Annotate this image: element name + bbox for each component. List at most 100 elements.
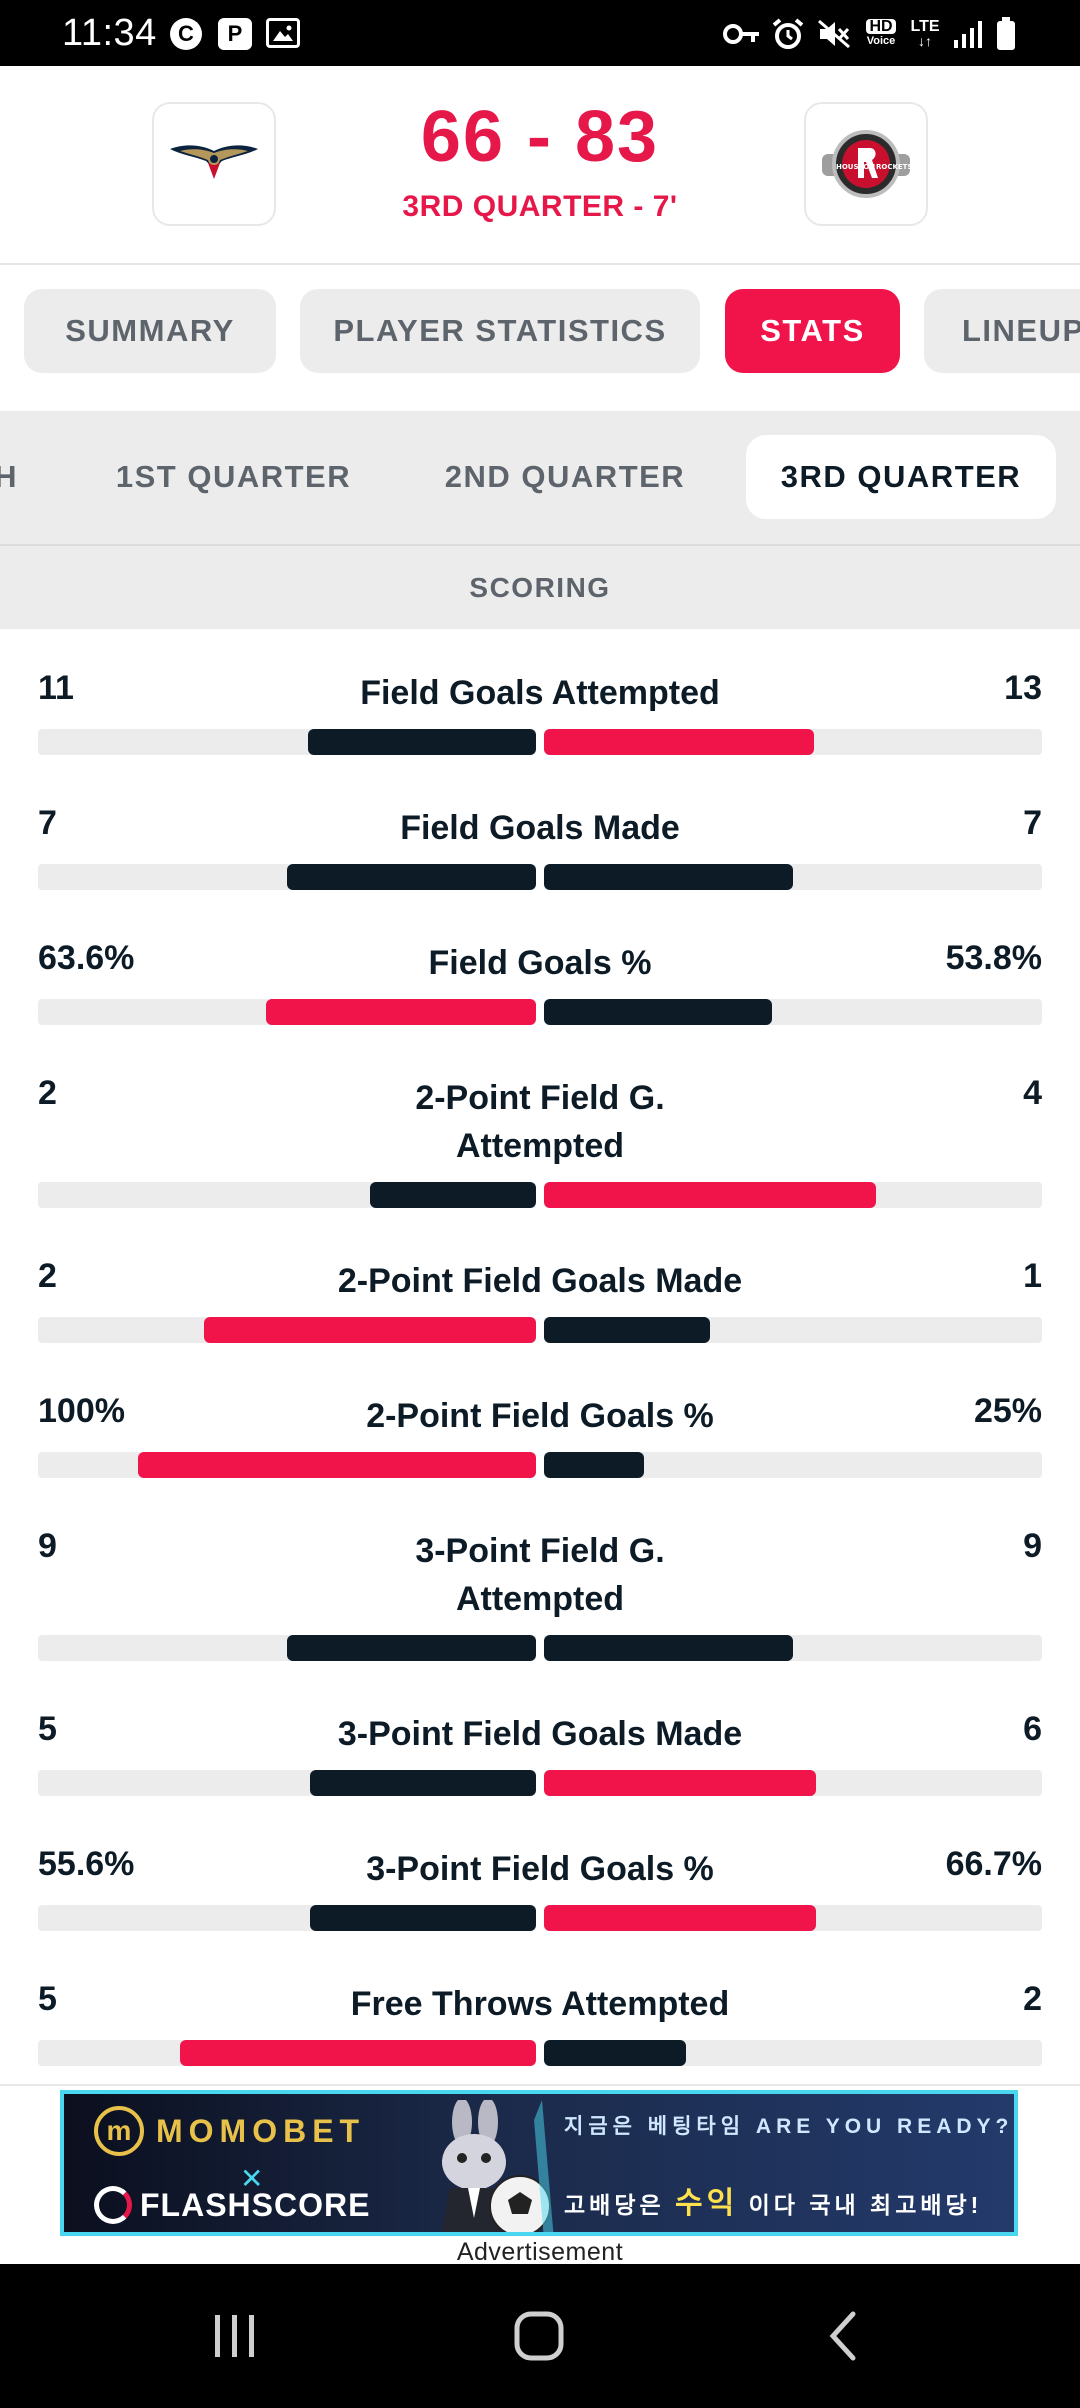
stat-home-value: 7 xyxy=(38,804,57,842)
ad-line2: 고배당은 수익 이다 국내 최고배당! xyxy=(564,2178,982,2222)
stat-away-value: 9 xyxy=(1023,1527,1042,1565)
stat-away-value: 66.7% xyxy=(945,1845,1042,1883)
key-icon xyxy=(722,18,762,50)
home-bar-fill xyxy=(370,1182,536,1208)
voice-label: Voice xyxy=(866,35,896,47)
tab-lineups[interactable]: LINEUPS xyxy=(924,289,1080,373)
stat-home-value: 5 xyxy=(38,1980,57,2018)
home-bar-fill xyxy=(307,729,536,755)
away-bar-track xyxy=(544,729,1042,755)
parking-icon: P xyxy=(218,18,252,50)
stat-label: 2-Point Field Goals % xyxy=(366,1397,714,1435)
recents-button[interactable] xyxy=(190,2304,280,2368)
home-bar-track xyxy=(38,1317,536,1343)
home-bar-fill xyxy=(180,2040,536,2066)
home-bar-track xyxy=(38,1635,536,1661)
lte-label: LTE xyxy=(910,18,940,35)
away-bar-track xyxy=(544,1317,1042,1343)
away-bar-track xyxy=(544,1182,1042,1208)
stat-label: Free Throws Attempted xyxy=(350,1985,730,2023)
tab-summary[interactable]: SUMMARY xyxy=(24,289,276,373)
ad-label: Advertisement xyxy=(456,2238,624,2266)
c-circle-icon: C xyxy=(170,18,202,50)
away-team-logo-button[interactable]: HOUSTON ROCKETS xyxy=(804,102,928,226)
home-bar-fill xyxy=(309,1905,536,1931)
away-bar-fill xyxy=(544,1452,644,1478)
home-bar-track xyxy=(38,1452,536,1478)
score: 66 - 83 xyxy=(420,97,660,177)
stat-away-value: 25% xyxy=(973,1392,1042,1430)
ad-line2-highlight: 수익 xyxy=(675,2187,739,2220)
stat-row: 5 3-Point Field Goals Made 6 xyxy=(0,1710,1080,1818)
stat-home-value: 11 xyxy=(38,669,74,707)
ad-brand-flashscore: FLASHSCORE xyxy=(94,2186,370,2224)
system-nav-bar xyxy=(0,2264,1080,2408)
rockets-logo-icon: HOUSTON ROCKETS xyxy=(822,130,913,198)
stat-away-value: 13 xyxy=(1004,669,1042,707)
momobet-logo-icon: m xyxy=(94,2106,144,2156)
away-bar-fill xyxy=(544,1635,793,1661)
stat-away-value: 1 xyxy=(1023,1257,1042,1295)
home-bar-fill xyxy=(287,864,536,890)
home-bar-track xyxy=(38,729,536,755)
pelicans-logo-icon xyxy=(170,145,258,179)
home-button[interactable] xyxy=(494,2304,584,2368)
tab-stats[interactable]: STATS xyxy=(725,289,900,373)
away-bar-track xyxy=(544,1635,1042,1661)
stat-away-value: 4 xyxy=(1023,1074,1042,1112)
ad-line1: 지금은 베팅타임 ARE YOU READY? xyxy=(564,2115,1014,2138)
away-bar-fill xyxy=(544,1182,876,1208)
home-bar-track xyxy=(38,1770,536,1796)
status-bar: 11:34 C P HD Voice LTE ↓↑ xyxy=(0,0,1080,66)
stat-label: Field Goals Made xyxy=(400,809,680,847)
stat-row: 7 Field Goals Made 7 xyxy=(0,804,1080,912)
away-bar-fill xyxy=(544,729,814,755)
away-bar-track xyxy=(544,864,1042,890)
stat-home-value: 5 xyxy=(38,1710,57,1748)
section-title: SCORING xyxy=(0,544,1080,629)
stat-label: 2-Point Field G. Attempted xyxy=(415,1079,665,1165)
home-bar-track xyxy=(38,2040,536,2066)
quarter-tabs: MATCH 1ST QUARTER 2ND QUARTER 3RD QUARTE… xyxy=(0,411,1080,544)
tab-2nd-quarter[interactable]: 2ND QUARTER xyxy=(430,435,700,519)
away-bar-fill xyxy=(544,999,773,1025)
stat-label: Field Goals % xyxy=(428,944,652,982)
ad-line2-suffix: 이다 국내 최고배당! xyxy=(748,2192,983,2218)
image-icon xyxy=(266,18,300,48)
stat-row: 5 Free Throws Attempted 2 xyxy=(0,1980,1080,2084)
main-tabs: SUMMARY PLAYER STATISTICS STATS LINEUPS xyxy=(0,265,1080,411)
mute-icon xyxy=(816,18,852,50)
home-team-logo-button[interactable] xyxy=(152,102,276,226)
stat-away-value: 2 xyxy=(1023,1980,1042,2018)
away-bar-track xyxy=(544,1770,1042,1796)
game-period: 3RD QUARTER - 7' xyxy=(402,190,678,223)
stat-label: 3-Point Field Goals % xyxy=(366,1850,714,1888)
svg-text:ROCKETS: ROCKETS xyxy=(876,163,913,171)
away-bar-fill xyxy=(544,1317,710,1343)
stat-home-value: 2 xyxy=(38,1074,57,1112)
svg-text:HOUSTON: HOUSTON xyxy=(836,163,875,171)
tab-3rd-quarter[interactable]: 3RD QUARTER xyxy=(746,435,1056,519)
tab-1st-quarter[interactable]: 1ST QUARTER xyxy=(96,435,371,519)
stat-label: 2-Point Field Goals Made xyxy=(337,1262,743,1300)
stat-home-value: 100% xyxy=(38,1392,125,1430)
home-icon xyxy=(514,2311,564,2361)
stat-row: 55.6% 3-Point Field Goals % 66.7% xyxy=(0,1845,1080,1953)
stat-row: 100% 2-Point Field Goals % 25% xyxy=(0,1392,1080,1500)
stat-row: 63.6% Field Goals % 53.8% xyxy=(0,939,1080,1047)
back-button[interactable] xyxy=(800,2304,890,2368)
ad-brand1-text: MOMOBET xyxy=(156,2112,366,2149)
away-bar-track xyxy=(544,1905,1042,1931)
stat-home-value: 2 xyxy=(38,1257,57,1295)
ad-banner[interactable]: m MOMOBET ✕ FLASHSCORE 지금은 베팅타임 ARE YOU … xyxy=(60,2090,1018,2236)
home-bar-fill xyxy=(137,1452,536,1478)
tab-player-statistics[interactable]: PLAYER STATISTICS xyxy=(300,289,700,373)
away-bar-fill xyxy=(544,2040,687,2066)
stat-row: 2 2-Point Field Goals Made 1 xyxy=(0,1257,1080,1365)
stat-home-value: 9 xyxy=(38,1527,57,1565)
lte-icon: LTE ↓↑ xyxy=(906,18,944,50)
tab-match[interactable]: MATCH xyxy=(0,435,20,519)
away-bar-track xyxy=(544,999,1042,1025)
battery-icon xyxy=(994,17,1018,50)
home-bar-track xyxy=(38,1905,536,1931)
